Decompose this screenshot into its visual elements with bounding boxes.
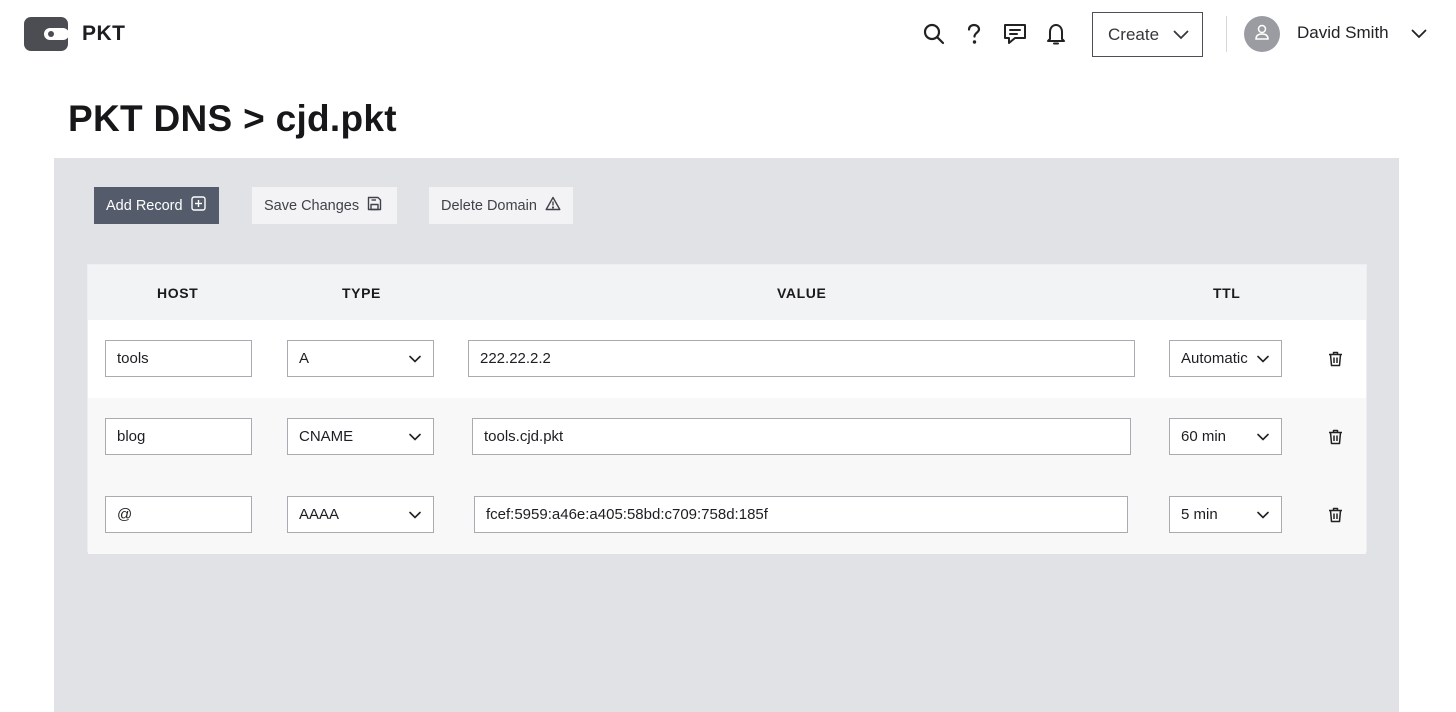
table-row: tools A 222.22.2.2 Automatic bbox=[88, 320, 1366, 398]
host-input[interactable]: blog bbox=[105, 418, 252, 455]
chevron-down-icon bbox=[1257, 506, 1269, 523]
type-value: CNAME bbox=[299, 428, 354, 445]
value-input[interactable]: tools.cjd.pkt bbox=[472, 418, 1131, 455]
chat-icon[interactable] bbox=[1003, 22, 1027, 46]
create-button-label: Create bbox=[1108, 24, 1160, 44]
ttl-select[interactable]: 60 min bbox=[1169, 418, 1282, 455]
column-header-value: VALUE bbox=[777, 285, 827, 301]
user-name[interactable]: David Smith bbox=[1297, 23, 1389, 43]
user-icon bbox=[1254, 23, 1270, 46]
ttl-value: 60 min bbox=[1181, 428, 1227, 445]
host-input[interactable]: tools bbox=[105, 340, 252, 377]
help-icon[interactable] bbox=[962, 22, 986, 46]
table-header: HOST TYPE VALUE TTL bbox=[88, 265, 1366, 320]
record-value: fcef:5959:a46e:a405:58bd:c709:758d:185f bbox=[486, 506, 768, 523]
chevron-down-icon bbox=[409, 506, 421, 523]
chevron-down-icon bbox=[409, 428, 421, 445]
bell-icon[interactable] bbox=[1044, 22, 1068, 46]
chevron-down-icon bbox=[409, 350, 421, 367]
host-value: tools bbox=[117, 350, 149, 367]
save-changes-label: Save Changes bbox=[264, 197, 360, 214]
header-divider bbox=[1226, 16, 1227, 52]
delete-domain-label: Delete Domain bbox=[441, 197, 537, 214]
brand-logo[interactable]: PKT bbox=[24, 17, 126, 51]
ttl-value: Automatic bbox=[1181, 350, 1248, 367]
trash-icon[interactable] bbox=[1325, 505, 1345, 525]
record-value: tools.cjd.pkt bbox=[484, 428, 564, 445]
column-header-ttl: TTL bbox=[1213, 285, 1241, 301]
floppy-disk-icon bbox=[367, 196, 382, 215]
dns-records-table: HOST TYPE VALUE TTL tools A 222.22.2.2 A… bbox=[87, 264, 1367, 554]
user-menu-chevron-icon[interactable] bbox=[1411, 26, 1427, 44]
page-title: PKT DNS > cjd.pkt bbox=[68, 98, 397, 139]
ttl-select[interactable]: 5 min bbox=[1169, 496, 1282, 533]
value-input[interactable]: 222.22.2.2 bbox=[468, 340, 1135, 377]
table-row: blog CNAME tools.cjd.pkt 60 min bbox=[88, 398, 1366, 476]
host-input[interactable]: @ bbox=[105, 496, 252, 533]
create-button[interactable]: Create bbox=[1092, 12, 1203, 57]
brand-name: PKT bbox=[82, 22, 126, 45]
type-select[interactable]: CNAME bbox=[287, 418, 434, 455]
add-record-label: Add Record bbox=[106, 197, 183, 214]
type-value: AAAA bbox=[299, 506, 340, 523]
type-select[interactable]: A bbox=[287, 340, 434, 377]
delete-domain-button[interactable]: Delete Domain bbox=[429, 187, 573, 224]
chevron-down-icon bbox=[1257, 428, 1269, 445]
dns-records-panel: Add Record Save Changes Delete Domain HO… bbox=[54, 158, 1399, 712]
chevron-down-icon bbox=[1257, 350, 1269, 367]
type-value: A bbox=[299, 350, 310, 367]
record-value: 222.22.2.2 bbox=[480, 350, 551, 367]
avatar[interactable] bbox=[1244, 16, 1280, 52]
value-input[interactable]: fcef:5959:a46e:a405:58bd:c709:758d:185f bbox=[474, 496, 1128, 533]
save-changes-button[interactable]: Save Changes bbox=[252, 187, 397, 224]
wallet-logo-icon bbox=[24, 17, 69, 51]
warning-triangle-icon bbox=[545, 196, 561, 215]
trash-icon[interactable] bbox=[1325, 349, 1345, 369]
column-header-host: HOST bbox=[157, 285, 199, 301]
type-select[interactable]: AAAA bbox=[287, 496, 434, 533]
host-value: @ bbox=[117, 506, 133, 523]
plus-square-icon bbox=[190, 196, 206, 215]
column-header-type: TYPE bbox=[342, 285, 381, 301]
add-record-button[interactable]: Add Record bbox=[94, 187, 219, 224]
ttl-value: 5 min bbox=[1181, 506, 1218, 523]
table-row: @ AAAA fcef:5959:a46e:a405:58bd:c709:758… bbox=[88, 476, 1366, 554]
chevron-down-icon bbox=[1173, 25, 1189, 45]
ttl-select[interactable]: Automatic bbox=[1169, 340, 1282, 377]
host-value: blog bbox=[117, 428, 146, 445]
search-icon[interactable] bbox=[922, 22, 946, 46]
trash-icon[interactable] bbox=[1325, 427, 1345, 447]
